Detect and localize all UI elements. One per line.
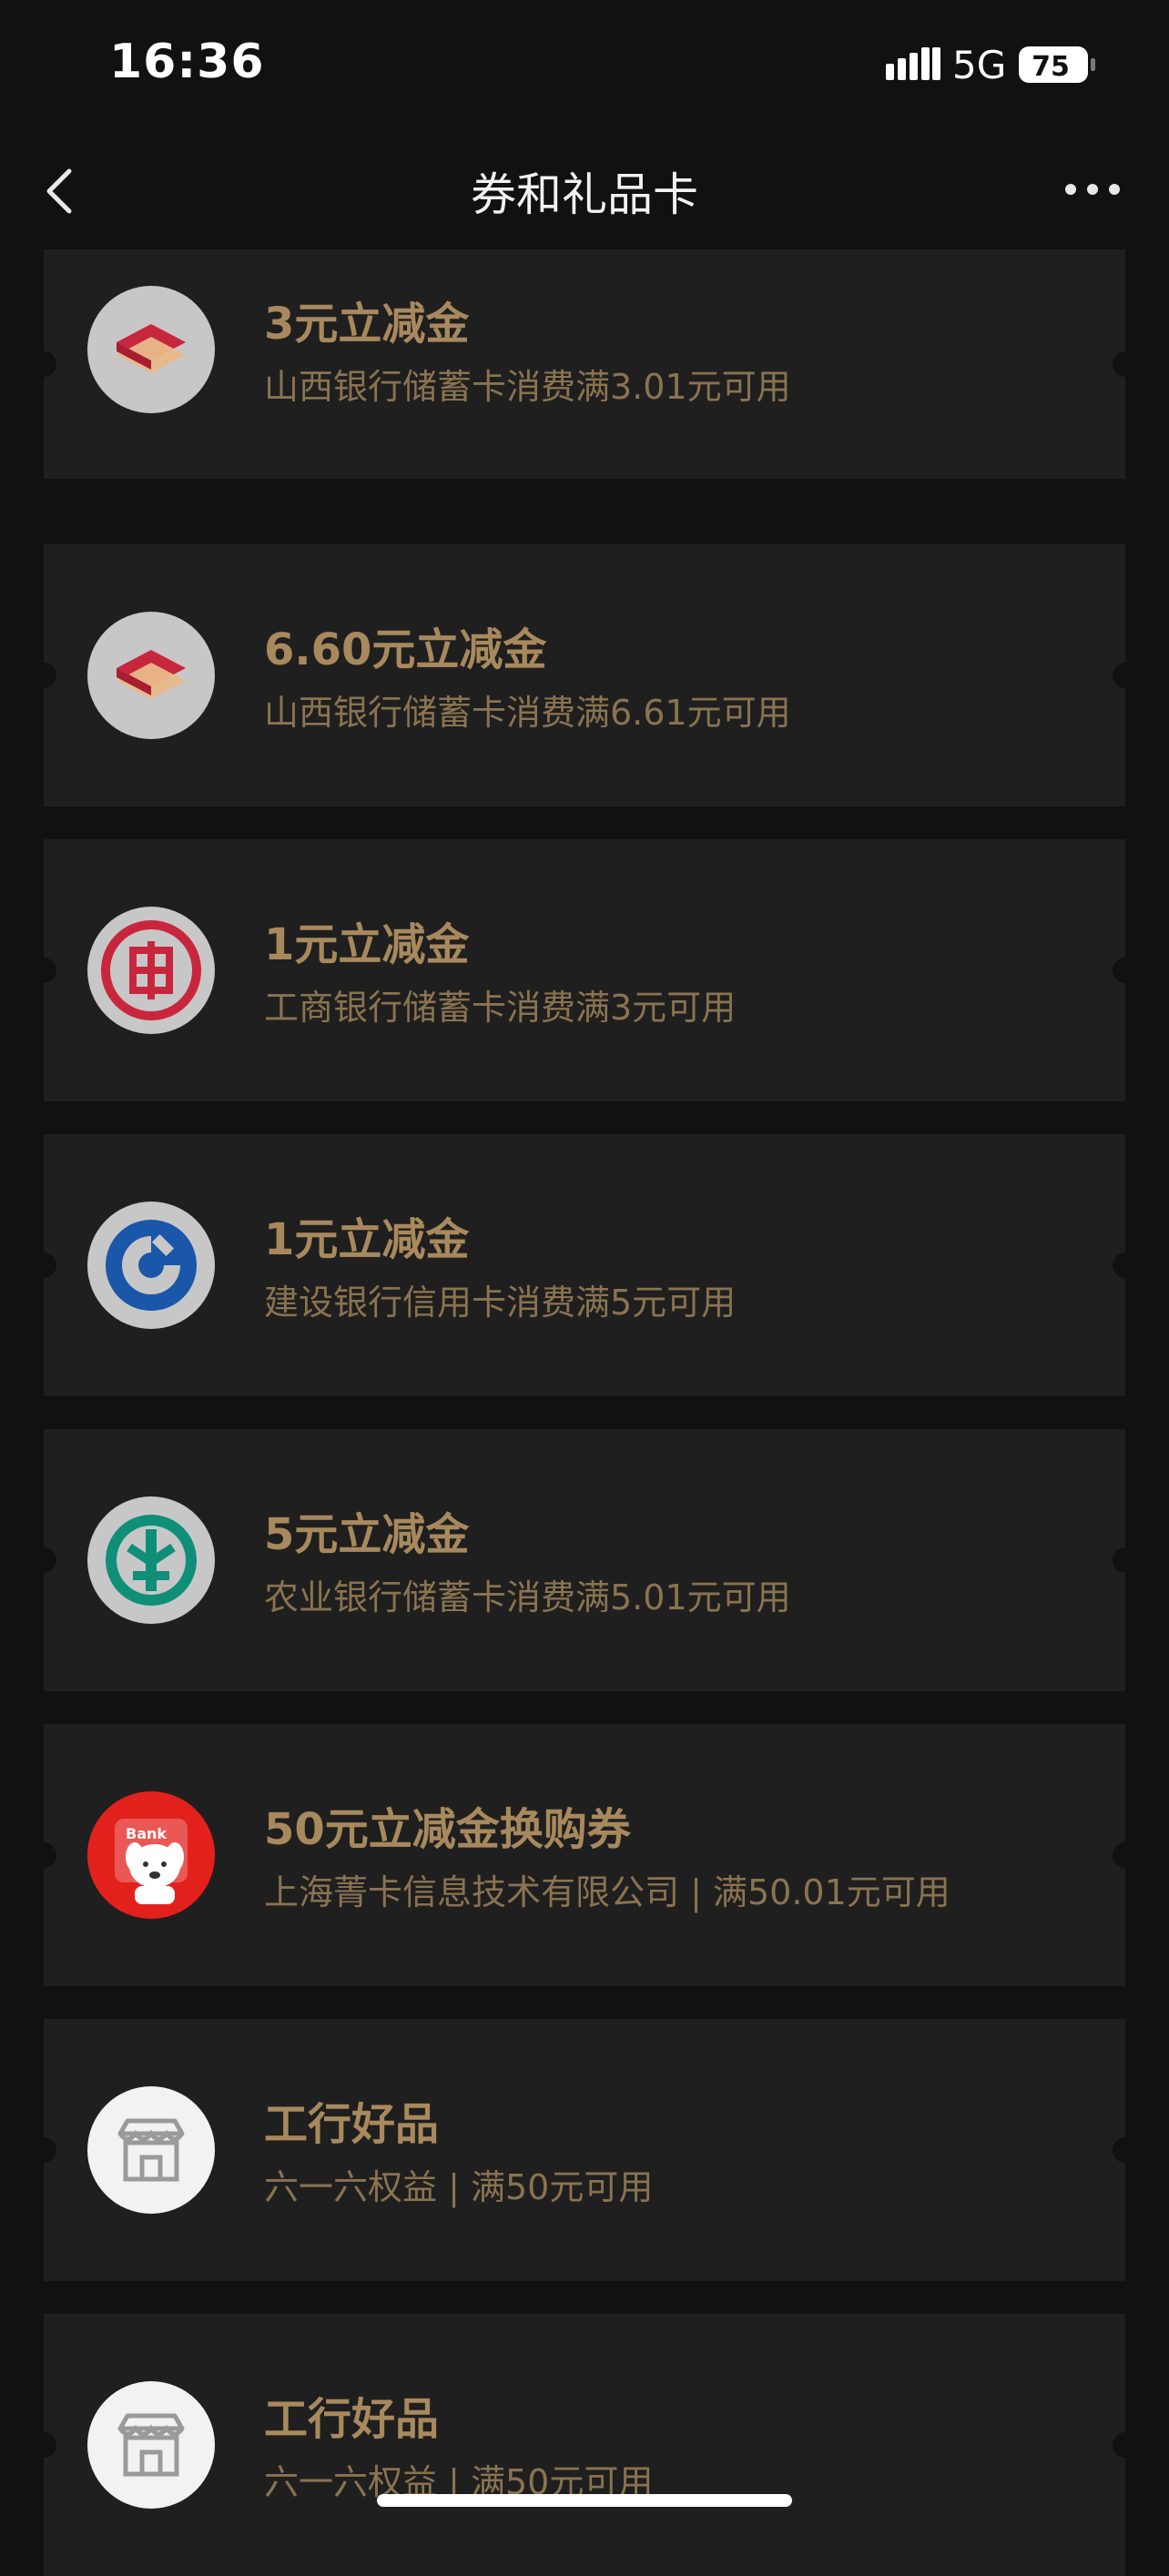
coupon-card[interactable]: 3元立减金 山西银行储蓄卡消费满3.01元可用 [31,249,1138,479]
coupon-card[interactable]: 6.60元立减金 山西银行储蓄卡消费满6.61元可用 [31,544,1138,806]
coupon-title: 6.60元立减金 [264,624,547,675]
ticket-notch [1113,351,1138,377]
coupon-desc: 农业银行储蓄卡消费满5.01元可用 [264,1577,791,1618]
store-icon [87,2086,215,2214]
ticket-notch [1113,1842,1138,1868]
battery-icon: 75 [1019,46,1095,83]
ccb-logo [87,1202,215,1329]
jd-bank-logo-text: Bank [126,1825,167,1842]
network-label: 5G [952,43,1007,87]
coupon-title: 50元立减金换购券 [264,1804,631,1855]
status-time: 16:36 [109,35,265,89]
coupon-card[interactable]: 5元立减金 农业银行储蓄卡消费满5.01元可用 [31,1429,1138,1691]
ticket-notch [31,663,56,688]
home-indicator[interactable] [377,2494,792,2507]
store-icon [87,2381,215,2509]
ticket-notch [1113,1253,1138,1278]
shanxi-bank-logo [87,286,215,413]
ticket-notch [31,1842,56,1868]
coupon-title: 1元立减金 [264,919,470,970]
coupon-title: 1元立减金 [264,1214,470,1265]
ticket-notch [31,1547,56,1573]
status-bar: 16:36 5G 75 [0,0,1169,137]
signal-icon [886,47,940,80]
coupon-card[interactable]: 1元立减金 建设银行信用卡消费满5元可用 [31,1134,1138,1396]
ticket-notch [1113,958,1138,983]
ticket-notch [31,351,56,377]
coupon-card[interactable]: 工行好品 六一六权益 | 满50元可用 [31,2314,1138,2576]
jd-bank-logo: Bank [87,1791,215,1919]
coupon-title: 3元立减金 [264,299,470,350]
ticket-notch [31,1253,56,1278]
coupon-list: 3元立减金 山西银行储蓄卡消费满3.01元可用 6.60元立减金 山西银行储蓄卡… [31,249,1138,2576]
ticket-notch [1113,2137,1138,2163]
coupon-desc: 上海菁卡信息技术有限公司 | 满50.01元可用 [264,1872,950,1912]
coupon-title: 5元立减金 [264,1509,470,1560]
coupon-card[interactable]: Bank 50元立减金换购券 上海菁卡信息技术有限公司 | 满50.01元可用 [31,1724,1138,1986]
ticket-notch [1113,2432,1138,2458]
coupon-desc: 山西银行储蓄卡消费满3.01元可用 [264,367,791,407]
coupon-title: 工行好品 [264,2394,440,2445]
icbc-logo [87,907,215,1034]
coupon-desc: 六一六权益 | 满50元可用 [264,2167,654,2207]
ticket-notch [1113,663,1138,688]
coupon-card[interactable]: 1元立减金 工商银行储蓄卡消费满3元可用 [31,839,1138,1101]
abc-logo [87,1496,215,1624]
ticket-notch [31,2137,56,2163]
coupon-card[interactable]: 工行好品 六一六权益 | 满50元可用 [31,2019,1138,2281]
coupon-desc: 山西银行储蓄卡消费满6.61元可用 [264,693,791,733]
battery-level: 75 [1032,51,1070,83]
ticket-notch [31,2432,56,2458]
page-title: 券和礼品卡 [471,168,698,221]
more-dots-icon[interactable] [1056,171,1129,208]
ticket-notch [1113,1547,1138,1573]
coupon-desc: 建设银行信用卡消费满5元可用 [264,1283,737,1323]
ticket-notch [31,958,56,983]
coupon-desc: 工商银行储蓄卡消费满3元可用 [264,988,737,1028]
shanxi-bank-logo [87,612,215,739]
nav-bar: 券和礼品卡 [0,137,1169,246]
coupon-title: 工行好品 [264,2099,440,2150]
